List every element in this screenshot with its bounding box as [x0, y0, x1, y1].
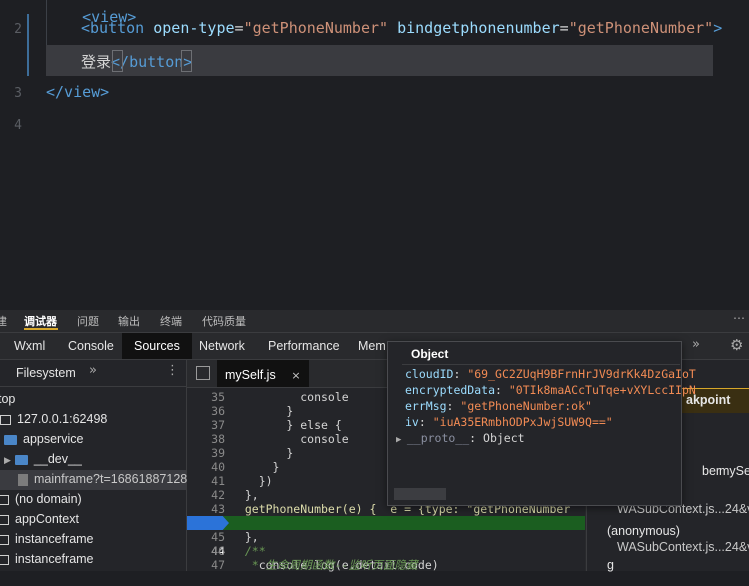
- tree-item-label: mainframe?t=168618871287: [34, 472, 195, 486]
- folder-icon: [14, 454, 28, 465]
- tab-terminal[interactable]: 终端: [160, 313, 182, 329]
- active-tab-underline: [24, 328, 58, 330]
- source-line: 47 * 生命周期函数--监听页面隐藏: [211, 558, 418, 572]
- source-line: 45 },: [211, 530, 259, 544]
- tab-debugger[interactable]: 调试器: [24, 313, 57, 329]
- call-frame-name[interactable]: ber: [702, 464, 720, 478]
- tree-item-no-domain[interactable]: (no domain): [0, 492, 82, 506]
- tree-item-appservice[interactable]: appservice: [4, 432, 83, 446]
- tree-item-instanceframe[interactable]: instanceframe: [0, 532, 94, 546]
- code-line-2: <button open-type="getPhoneNumber" bindg…: [81, 19, 723, 37]
- attr-open-type-value: "getPhoneNumber": [243, 19, 389, 37]
- file-tab-label: mySelf.js: [225, 368, 276, 382]
- call-frame-name[interactable]: g: [607, 558, 614, 572]
- tab-wxml[interactable]: Wxml: [8, 333, 51, 359]
- property-row: iv: "iuA35ERmbhODPxJwjSUW9Q==": [405, 415, 613, 429]
- line-number: 3: [14, 86, 22, 101]
- folder-icon: [4, 434, 17, 445]
- toggle-navigator-icon[interactable]: [196, 366, 210, 380]
- breakpoint-marker[interactable]: [187, 516, 229, 530]
- more-dots-icon[interactable]: ⋯: [733, 311, 745, 325]
- chevron-right-icon: ▶: [4, 456, 11, 466]
- tab-memory[interactable]: Mem: [352, 333, 392, 359]
- tree-item-label: __dev__: [33, 452, 82, 466]
- source-line: 46 /**: [211, 544, 266, 558]
- code-line-2b: 登录</button>: [81, 51, 192, 72]
- tree-item-label: appContext: [15, 512, 79, 526]
- cloud-icon: [0, 494, 9, 505]
- frame-icon: [0, 534, 9, 545]
- source-line-current: 44 console.log(e.detail.code): [187, 516, 585, 572]
- tree-item-dev[interactable]: ▶ __dev__: [4, 452, 82, 466]
- attr-open-type: open-type: [153, 19, 235, 37]
- gear-icon[interactable]: ⚙: [730, 336, 743, 354]
- tree-item-label: appservice: [23, 432, 84, 446]
- tree-item-host[interactable]: 127.0.0.1:62498: [0, 412, 107, 426]
- view-close-tag: </view>: [46, 83, 110, 101]
- top-tab-bar: 建 调试器 问题 输出 终端 代码质量 ⋯: [0, 310, 749, 333]
- more-tabs-icon[interactable]: »: [89, 363, 97, 378]
- tree-item-top[interactable]: top: [0, 392, 15, 406]
- property-row: encryptedData: "0TIk8maACcTuTqe+vXYLccII…: [405, 383, 696, 397]
- attr-bind: bindgetphonenumber: [397, 19, 560, 37]
- chevron-right-icon: ▶: [396, 435, 407, 445]
- tab-build[interactable]: 建: [0, 313, 7, 329]
- tab-sources[interactable]: Sources: [122, 333, 192, 359]
- file-icon: [18, 473, 28, 486]
- tab-code-quality[interactable]: 代码质量: [202, 313, 246, 329]
- call-frame-name[interactable]: (anonymous): [607, 524, 680, 538]
- tag-close-bracket: >: [713, 19, 723, 37]
- bracket-match-box: [112, 50, 123, 72]
- button-open-tag: <button: [81, 19, 145, 37]
- tree-item-label: instanceframe: [15, 532, 94, 546]
- tree-item-label: instanceframe: [15, 552, 94, 566]
- tree-item-instanceframe[interactable]: instanceframe: [0, 552, 94, 566]
- bracket-match-box: [181, 50, 192, 72]
- sources-navigator: Filesystem » ⋮ top 127.0.0.1:62498 appse…: [0, 360, 194, 571]
- tree-item-mainframe[interactable]: mainframe?t=168618871287: [18, 472, 194, 486]
- property-row: errMsg: "getPhoneNumber:ok": [405, 399, 592, 413]
- navigator-header: Filesystem » ⋮: [0, 360, 186, 387]
- close-icon[interactable]: ×: [291, 369, 300, 382]
- more-dots-icon[interactable]: ⋮: [166, 363, 179, 378]
- call-frame-file[interactable]: WASubContext.js...24&v=: [617, 540, 749, 554]
- frame-icon: [0, 514, 9, 525]
- filesystem-tab[interactable]: Filesystem: [16, 366, 76, 380]
- button-text: 登录: [81, 53, 112, 71]
- tree-item-label: 127.0.0.1:62498: [17, 412, 108, 426]
- code-line-3: </view>: [46, 83, 109, 101]
- tab-console[interactable]: Console: [62, 333, 120, 359]
- attr-bind-value: "getPhoneNumber": [568, 19, 714, 37]
- active-indent-guide: [27, 14, 29, 76]
- proto-row[interactable]: ▶ __proto__: Object: [396, 431, 525, 445]
- tab-network[interactable]: Network: [193, 333, 251, 359]
- file-tab[interactable]: mySelf.js ×: [217, 360, 309, 387]
- horizontal-scrollbar[interactable]: [394, 488, 446, 500]
- call-frame-file[interactable]: mySel: [719, 464, 749, 478]
- object-preview-popup[interactable]: Object cloudID: "69_GC2ZUqH9BFrnHrJV9drK…: [387, 341, 696, 506]
- tree-item-label: (no domain): [15, 492, 82, 506]
- tab-output[interactable]: 输出: [118, 313, 140, 329]
- property-row: cloudID: "69_GC2ZUqH9BFrnHrJV9drKk4DzGaI…: [405, 367, 696, 381]
- tab-performance[interactable]: Performance: [262, 333, 346, 359]
- frame-icon: [0, 554, 9, 565]
- tab-issues[interactable]: 问题: [77, 313, 99, 329]
- line-number: 4: [14, 118, 22, 133]
- popup-title: Object: [411, 347, 449, 361]
- cloud-icon: [0, 414, 11, 425]
- more-tabs-icon[interactable]: »: [692, 337, 700, 352]
- line-number: 2: [14, 22, 22, 37]
- tree-item-appcontext[interactable]: appContext: [0, 512, 79, 526]
- code-editor[interactable]: <view> 2 <button open-type="getPhoneNumb…: [0, 0, 749, 310]
